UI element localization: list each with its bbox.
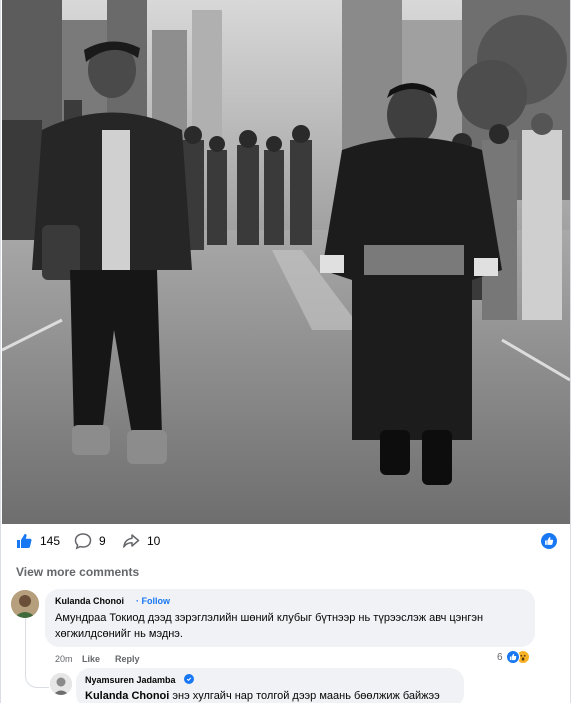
thumbs-up-icon [545, 537, 554, 545]
comment-bubble: Kulanda Chonoi · Follow Амундраа Токиод … [45, 589, 535, 647]
view-more-comments-link[interactable]: View more comments [16, 565, 139, 579]
street-procession-photo [2, 0, 570, 524]
comment-author[interactable]: Kulanda Chonoi [55, 596, 124, 606]
follow-separator: · [136, 596, 139, 606]
share-count-label: 10 [147, 534, 161, 548]
comment-actions: 20m Like Reply [55, 652, 155, 666]
avatar[interactable] [11, 590, 39, 618]
post-stats-bar: 145 9 10 [1, 528, 570, 554]
comment-text: Kulanda Chonoi энэ хулгайч нар толгой дэ… [85, 688, 460, 703]
comment-count[interactable]: 9 [74, 528, 106, 554]
comment-bubble: Nyamsuren Jadamba Kulanda Chonoi энэ хул… [76, 668, 464, 703]
reaction-like-badge[interactable] [541, 533, 557, 549]
mention-link[interactable]: Kulanda Chonoi [85, 690, 169, 702]
share-count[interactable]: 10 [122, 528, 160, 554]
comment-reply-button[interactable]: Reply [115, 654, 140, 664]
comment-text: Амундраа Токиод дээд зэрэглэлийн шөний к… [55, 612, 484, 640]
comment-timestamp[interactable]: 20m [55, 654, 82, 664]
like-reaction-icon [505, 650, 520, 664]
avatar[interactable] [50, 673, 72, 695]
follow-button[interactable]: · Follow [136, 596, 170, 606]
follow-label: Follow [141, 596, 171, 606]
comment-reactions[interactable]: 6 [497, 648, 530, 666]
share-arrow-icon [123, 534, 140, 548]
comment-bubble-icon [74, 533, 92, 550]
comment-author[interactable]: Nyamsuren Jadamba [85, 675, 176, 685]
like-count[interactable]: 145 [15, 528, 60, 554]
thumbs-up-icon [17, 534, 32, 548]
user-avatar-icon [50, 673, 72, 695]
comment-like-button[interactable]: Like [82, 654, 100, 664]
comment-body: энэ хулгайч нар толгой дээр маань бөөлжи… [169, 690, 440, 702]
post-photo[interactable] [2, 0, 570, 524]
verified-badge-icon [184, 674, 194, 684]
like-count-label: 145 [40, 534, 61, 548]
comment-count-label: 9 [99, 534, 106, 548]
facebook-post-card: 145 9 10 View more comments Kulanda Chon… [0, 0, 571, 703]
user-avatar-icon [11, 590, 39, 618]
reaction-count: 6 [497, 651, 503, 663]
